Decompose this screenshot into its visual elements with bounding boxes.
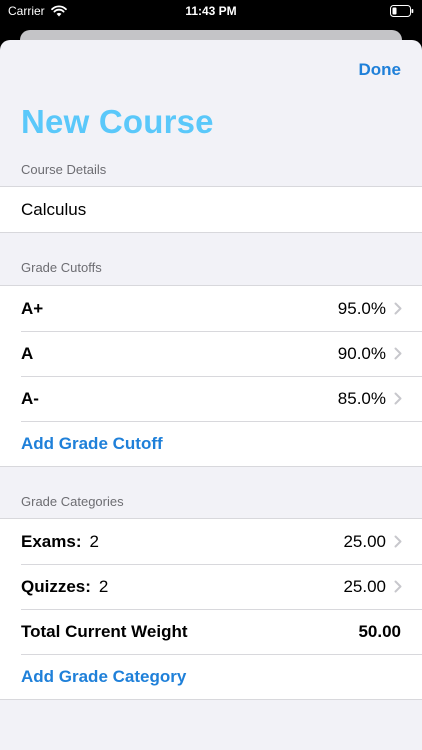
course-name-row[interactable]: Calculus xyxy=(0,187,422,232)
grade-category-name: Quizzes: xyxy=(21,576,91,596)
grade-category-weight: 25.00 xyxy=(343,531,386,551)
status-bar: Carrier 11:43 PM xyxy=(0,0,422,22)
grade-cutoff-value: 90.0% xyxy=(337,343,386,363)
done-button[interactable]: Done xyxy=(359,60,402,80)
grade-cutoff-label: A- xyxy=(21,388,39,408)
grade-category-row[interactable]: Exams: 2 25.00 xyxy=(0,519,422,564)
grade-cutoff-label: A xyxy=(21,343,34,363)
chevron-right-icon xyxy=(394,580,402,593)
battery-icon xyxy=(390,5,414,17)
grade-cutoff-row[interactable]: A+ 95.0% xyxy=(0,286,422,331)
chevron-right-icon xyxy=(394,302,402,315)
grade-category-row[interactable]: Quizzes: 2 25.00 xyxy=(0,564,422,609)
page-title: New Course xyxy=(21,103,214,140)
section-header-grade-categories: Grade Categories xyxy=(21,494,124,509)
new-course-sheet: Done New Course Course Details Calculus … xyxy=(0,40,422,750)
grade-category-count: 2 xyxy=(98,576,109,596)
status-time: 11:43 PM xyxy=(185,4,237,18)
total-weight-row: Total Current Weight 50.00 xyxy=(0,609,422,654)
chevron-right-icon xyxy=(394,347,402,360)
app-screen: Carrier 11:43 PM Done New Course Course … xyxy=(0,0,422,750)
grade-category-name: Exams: xyxy=(21,531,82,551)
grade-cutoff-row[interactable]: A 90.0% xyxy=(0,331,422,376)
grade-category-count: 2 xyxy=(89,531,99,551)
grade-categories-group: Exams: 2 25.00 Quizzes: 2 25.00 Total Cu… xyxy=(0,518,422,700)
grade-cutoffs-group: A+ 95.0% A 90.0% A- 85.0% Add Grade Cuto… xyxy=(0,285,422,467)
grade-cutoff-row[interactable]: A- 85.0% xyxy=(0,376,422,421)
total-weight-value: 50.00 xyxy=(358,621,401,641)
add-grade-cutoff-button[interactable]: Add Grade Cutoff xyxy=(0,421,422,466)
add-grade-category-button[interactable]: Add Grade Category xyxy=(0,654,422,699)
chevron-right-icon xyxy=(394,392,402,405)
add-grade-cutoff-label: Add Grade Cutoff xyxy=(21,433,163,453)
course-details-group: Calculus xyxy=(0,186,422,233)
section-header-grade-cutoffs: Grade Cutoffs xyxy=(21,260,102,275)
grade-cutoff-value: 95.0% xyxy=(337,298,386,318)
add-grade-category-label: Add Grade Category xyxy=(21,666,187,686)
grade-category-weight: 25.00 xyxy=(343,576,386,596)
section-header-course-details: Course Details xyxy=(21,162,107,177)
grade-cutoff-value: 85.0% xyxy=(337,388,386,408)
chevron-right-icon xyxy=(394,535,402,548)
grade-cutoff-label: A+ xyxy=(21,298,44,318)
course-name-field[interactable]: Calculus xyxy=(21,200,86,220)
total-weight-label: Total Current Weight xyxy=(21,621,188,641)
